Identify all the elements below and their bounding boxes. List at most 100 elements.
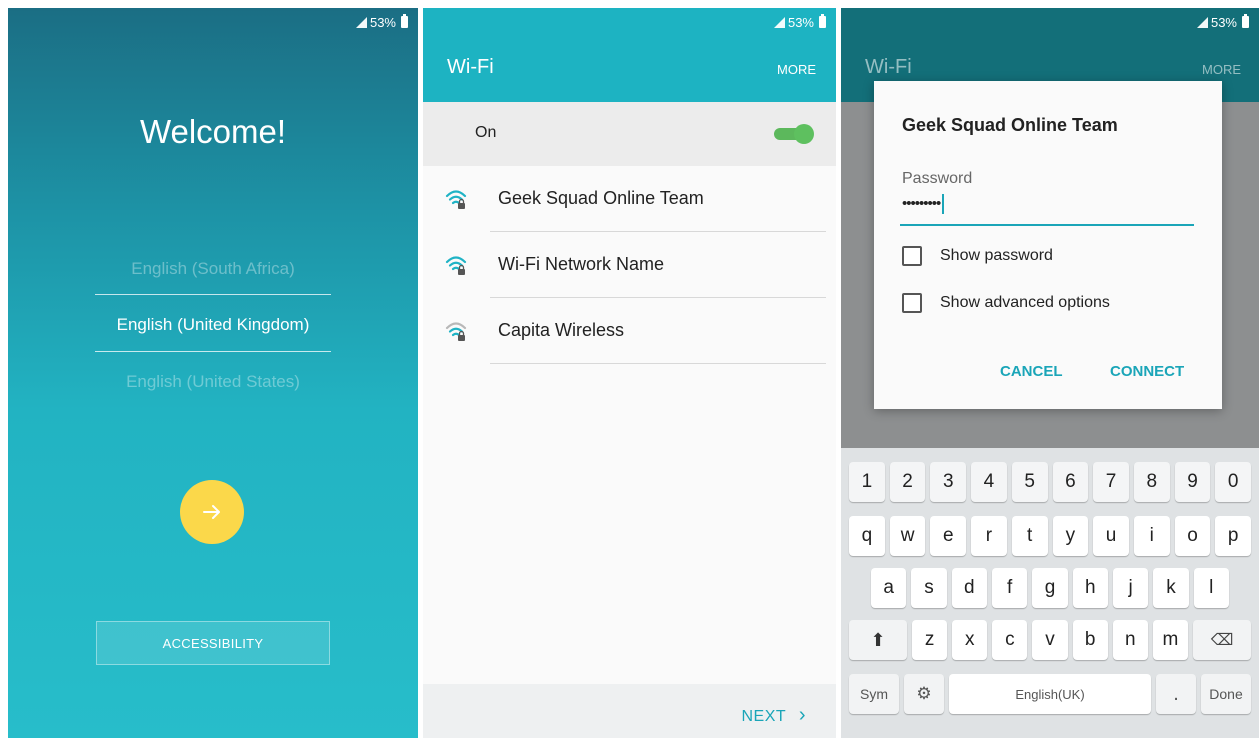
key-x[interactable]: x	[952, 620, 988, 660]
text-cursor	[942, 194, 945, 214]
network-item-capita-wireless[interactable]: Capita Wireless	[423, 298, 836, 364]
key-q[interactable]: q	[849, 516, 885, 556]
wifi-toggle-row[interactable]: On	[423, 102, 836, 166]
wifi-lock-icon	[445, 322, 467, 341]
keyboard-row-3-letters: zxcvbnm	[912, 620, 1188, 660]
key-0[interactable]: 0	[1215, 462, 1252, 502]
password-label: Password	[902, 170, 973, 187]
language-divider-top	[95, 294, 331, 295]
battery-percent: 53%	[787, 14, 814, 30]
keyboard-row-bottom: Sym ⚙ English(UK) . Done	[849, 674, 1251, 714]
show-password-checkbox[interactable]	[902, 246, 922, 266]
battery-icon	[401, 14, 408, 28]
key-j[interactable]: j	[1112, 568, 1149, 608]
key-n[interactable]: n	[1112, 620, 1148, 660]
key-k[interactable]: k	[1153, 568, 1189, 608]
network-item-wifi-network-name[interactable]: Wi-Fi Network Name	[423, 232, 836, 298]
key-u[interactable]: u	[1093, 516, 1129, 556]
screenshot-stage: 53% Welcome! English (South Africa) Engl…	[0, 0, 1259, 738]
show-advanced-checkbox[interactable]	[902, 293, 922, 313]
wifi-password-screen: 53% Wi-Fi MORE Geek Squad Online Team Pa…	[841, 8, 1259, 738]
keyboard-number-row: 1234567890	[849, 462, 1252, 502]
show-password-option[interactable]: Show password	[902, 246, 1053, 266]
list-divider	[490, 363, 826, 364]
arrow-right-icon	[203, 505, 220, 519]
next-label: NEXT	[741, 708, 786, 725]
key-4[interactable]: 4	[971, 462, 1007, 502]
page-title: Wi-Fi	[447, 56, 494, 78]
network-item-geek-squad[interactable]: Geek Squad Online Team	[423, 166, 836, 232]
key-z[interactable]: z	[912, 620, 948, 660]
network-name: Capita Wireless	[498, 320, 625, 340]
key-8[interactable]: 8	[1133, 462, 1170, 502]
key-6[interactable]: 6	[1052, 462, 1089, 502]
key-r[interactable]: r	[971, 516, 1007, 556]
gear-icon: ⚙	[916, 684, 932, 703]
wifi-lock-icon	[445, 256, 467, 275]
status-bar: 53%	[423, 8, 836, 36]
network-name: Geek Squad Online Team	[498, 188, 704, 208]
connect-button[interactable]: CONNECT	[1110, 363, 1184, 380]
key-e[interactable]: e	[930, 516, 967, 556]
key-y[interactable]: y	[1052, 516, 1089, 556]
language-option-united-kingdom[interactable]: English (United Kingdom)	[95, 315, 331, 335]
done-key[interactable]: Done	[1201, 674, 1251, 714]
key-5[interactable]: 5	[1011, 462, 1048, 502]
key-v[interactable]: v	[1032, 620, 1068, 660]
bottom-nav-bar: NEXT ›	[423, 684, 836, 738]
key-2[interactable]: 2	[889, 462, 926, 502]
keyboard-settings-key[interactable]: ⚙	[904, 674, 944, 714]
signal-icon	[355, 16, 367, 28]
key-b[interactable]: b	[1072, 620, 1108, 660]
key-i[interactable]: i	[1133, 516, 1170, 556]
key-w[interactable]: w	[889, 516, 926, 556]
next-button[interactable]: NEXT ›	[741, 704, 806, 727]
dialog-title: Geek Squad Online Team	[902, 115, 1118, 135]
key-s[interactable]: s	[911, 568, 947, 608]
key-t[interactable]: t	[1011, 516, 1048, 556]
key-c[interactable]: c	[992, 620, 1028, 660]
status-bar: 53%	[841, 8, 1259, 36]
wifi-toggle-label: On	[475, 124, 497, 141]
cancel-button[interactable]: CANCEL	[1000, 363, 1063, 380]
battery-icon	[819, 14, 826, 28]
more-button[interactable]: MORE	[777, 62, 816, 77]
key-9[interactable]: 9	[1174, 462, 1211, 502]
key-g[interactable]: g	[1032, 568, 1068, 608]
wifi-password-dialog: Geek Squad Online Team Password ••••••••…	[874, 81, 1222, 409]
key-h[interactable]: h	[1072, 568, 1108, 608]
keyboard-row-1: qwertyuiop	[849, 516, 1252, 556]
show-advanced-option[interactable]: Show advanced options	[902, 293, 1110, 313]
password-input[interactable]: •••••••••	[902, 194, 945, 214]
switch-thumb	[794, 124, 814, 144]
shift-key[interactable]: ⬆	[849, 620, 907, 660]
show-password-label: Show password	[940, 247, 1053, 264]
more-button: MORE	[1202, 62, 1241, 77]
backspace-key[interactable]: ⌫	[1193, 620, 1251, 660]
key-a[interactable]: a	[871, 568, 907, 608]
key-1[interactable]: 1	[849, 462, 885, 502]
key-m[interactable]: m	[1152, 620, 1188, 660]
battery-percent: 53%	[369, 14, 396, 30]
on-screen-keyboard: 1234567890 qwertyuiop asdfghjkl ⬆ zxcvbn…	[841, 448, 1259, 738]
language-option-united-states[interactable]: English (United States)	[95, 372, 331, 392]
key-o[interactable]: o	[1174, 516, 1211, 556]
next-button[interactable]	[180, 480, 244, 544]
keyboard-row-3: ⬆ zxcvbnm ⌫	[849, 620, 1251, 660]
period-key[interactable]: .	[1156, 674, 1196, 714]
battery-icon	[1242, 14, 1249, 28]
key-p[interactable]: p	[1215, 516, 1252, 556]
accessibility-button[interactable]: ACCESSIBILITY	[96, 621, 330, 665]
network-name: Wi-Fi Network Name	[498, 254, 665, 274]
welcome-screen: 53% Welcome! English (South Africa) Engl…	[8, 8, 418, 738]
welcome-title: Welcome!	[139, 113, 287, 150]
space-key[interactable]: English(UK)	[949, 674, 1151, 714]
key-l[interactable]: l	[1193, 568, 1229, 608]
key-7[interactable]: 7	[1093, 462, 1129, 502]
sym-key[interactable]: Sym	[849, 674, 899, 714]
key-d[interactable]: d	[951, 568, 987, 608]
wifi-toggle-switch[interactable]	[774, 124, 814, 144]
key-3[interactable]: 3	[930, 462, 967, 502]
language-option-south-africa[interactable]: English (South Africa)	[95, 259, 331, 279]
key-f[interactable]: f	[991, 568, 1028, 608]
